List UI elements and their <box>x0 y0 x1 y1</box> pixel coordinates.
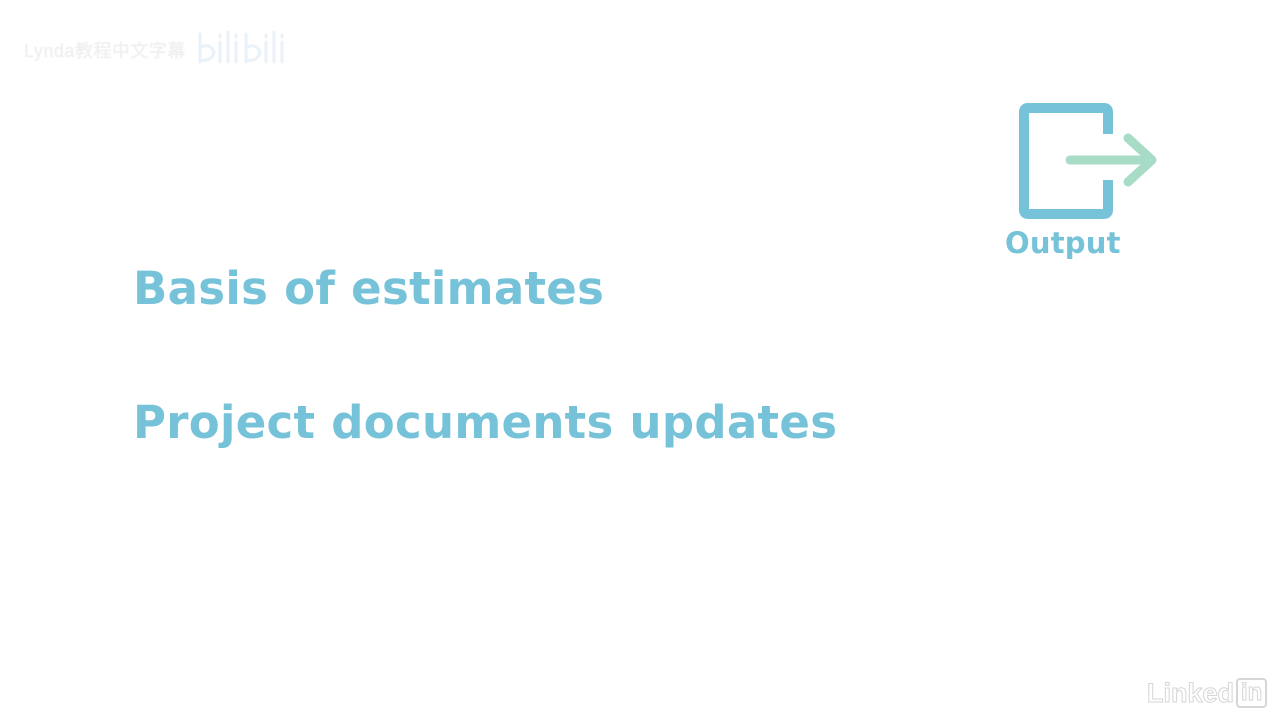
linkedin-in-box: in <box>1236 678 1268 708</box>
output-item-basis-of-estimates: Basis of estimates <box>133 262 605 315</box>
watermark: Lynda教程中文字幕 <box>24 30 288 70</box>
output-label: Output <box>1005 226 1121 260</box>
linkedin-word: Linked <box>1146 677 1235 708</box>
output-icon <box>1012 98 1162 224</box>
bilibili-logo-icon <box>196 28 288 73</box>
output-item-project-documents-updates: Project documents updates <box>133 396 838 449</box>
linkedin-logo: Linked in <box>1146 677 1268 708</box>
watermark-text: Lynda教程中文字幕 <box>24 41 186 61</box>
